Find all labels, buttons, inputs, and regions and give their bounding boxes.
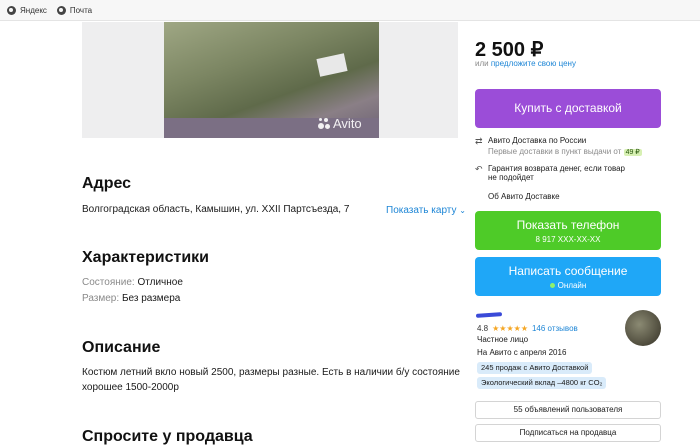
show-map-link[interactable]: Показать карту ⌄	[386, 205, 466, 216]
seller-type: Частное лицо	[477, 335, 529, 344]
price-or: или	[475, 59, 489, 68]
guarantee-info: ↶ Гарантия возврата денег, если товар не…	[475, 164, 625, 182]
bookmark-label: Почта	[69, 5, 93, 15]
delivery-icon: ⇄	[475, 136, 483, 146]
product-photo[interactable]	[82, 22, 458, 138]
bookmarks-bar: Яндекс Почта	[0, 0, 700, 21]
delivery-subtitle-row: Первые доставки в пункт выдачи от 49 ₽	[488, 147, 642, 156]
seller-since: На Авито с апреля 2016	[477, 348, 567, 357]
rating-value: 4.8	[477, 324, 489, 333]
address-title: Адрес	[82, 175, 132, 192]
description-title: Описание	[82, 339, 161, 356]
char-row-condition: Состояние: Отличное	[82, 277, 183, 288]
description-line-1: Костюм летний вкло новый 2500, размеры р…	[82, 367, 460, 378]
return-icon: ↶	[475, 164, 483, 174]
bookmark-mail[interactable]: Почта	[56, 5, 93, 15]
char-label: Размер:	[82, 293, 120, 304]
guarantee-line-2: не подойдет	[488, 173, 534, 182]
char-value: Без размера	[121, 293, 181, 304]
seller-rating: 4.8 ★★★★★ 146 отзывов	[477, 324, 578, 333]
globe-icon	[56, 5, 66, 15]
seller-name-redacted[interactable]	[475, 312, 503, 318]
eco-badge: Экологический вклад –4800 кг CO₂	[477, 377, 607, 389]
avito-logo-icon	[318, 117, 330, 130]
buy-with-delivery-button[interactable]: Купить с доставкой	[475, 89, 661, 128]
show-map-label: Показать карту	[386, 205, 457, 216]
description-line-2: хорошее 1500-2000р	[82, 382, 179, 393]
online-label: Онлайн	[557, 281, 587, 290]
address-text: Волгоградская область, Камышин, ул. XXII…	[82, 204, 350, 215]
write-message-button[interactable]: Написать сообщение Онлайн	[475, 257, 661, 296]
online-dot-icon	[549, 283, 555, 289]
bookmark-yandex[interactable]: Яндекс	[7, 5, 47, 15]
show-phone-label: Показать телефон	[516, 218, 620, 232]
online-status: Онлайн	[475, 281, 661, 290]
char-label: Состояние:	[82, 277, 135, 288]
phone-number: 8 917 XXX-XX-XX	[535, 235, 601, 244]
char-value: Отличное	[137, 277, 183, 288]
price-offer: или предложите свою цену	[475, 59, 576, 68]
offer-price-link[interactable]: предложите свою цену	[491, 59, 576, 68]
seller-avatar[interactable]	[625, 310, 661, 346]
char-row-size: Размер: Без размера	[82, 293, 180, 304]
watermark-text: Avito	[333, 116, 362, 131]
user-listings-button[interactable]: 55 объявлений пользователя	[475, 401, 661, 419]
write-message-label: Написать сообщение	[508, 264, 628, 278]
show-phone-button[interactable]: Показать телефон 8 917 XXX-XX-XX	[475, 211, 661, 250]
delivery-info: ⇄ Авито Доставка по России Первые достав…	[475, 136, 642, 156]
delivery-subtitle: Первые доставки в пункт выдачи от	[488, 147, 622, 156]
characteristics-title: Характеристики	[82, 249, 210, 266]
delivery-title: Авито Доставка по России	[488, 136, 587, 145]
subscribe-seller-button[interactable]: Подписаться на продавца	[475, 424, 661, 442]
sales-badge: 245 продаж с Авито Доставкой	[477, 362, 593, 374]
about-delivery-link[interactable]: Об Авито Доставке	[488, 192, 560, 201]
delivery-price-badge: 49 ₽	[623, 149, 642, 156]
reviews-link[interactable]: 146 отзывов	[532, 324, 578, 333]
chevron-down-icon: ⌄	[459, 206, 466, 215]
guarantee-line-1: Гарантия возврата денег, если товар	[488, 164, 626, 173]
avito-watermark: Avito	[318, 116, 362, 131]
globe-icon	[7, 5, 16, 15]
ask-seller-title: Спросите у продавца	[82, 428, 253, 445]
bookmark-label: Яндекс	[20, 5, 47, 15]
rating-stars-icon: ★★★★★	[492, 324, 528, 333]
